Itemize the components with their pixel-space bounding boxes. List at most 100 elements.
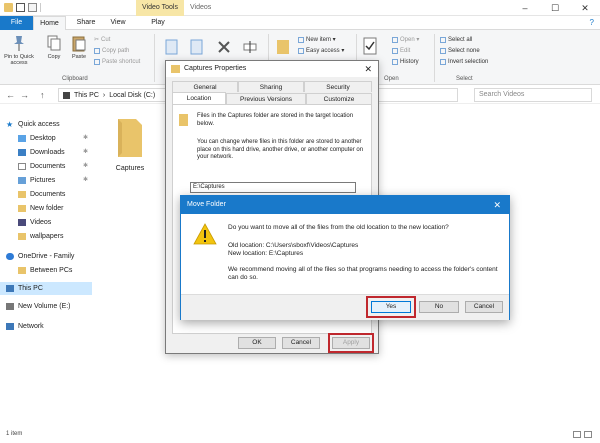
nav-label: Pictures	[30, 177, 56, 184]
select-none-button[interactable]: Select none	[440, 47, 480, 55]
large-icons-view-icon[interactable]	[584, 431, 592, 438]
help-icon[interactable]: ?	[590, 18, 594, 27]
tab-security[interactable]: Security	[304, 81, 372, 92]
properties-icon[interactable]	[16, 3, 25, 12]
nav-item-documents-2[interactable]: Documents	[0, 188, 92, 201]
drive-icon	[63, 91, 70, 99]
ribbon-tabs: File Home Share View Play	[0, 16, 600, 30]
nav-item-new-folder[interactable]: New folder	[0, 202, 92, 215]
tab-home[interactable]: Home	[33, 16, 66, 30]
pin-icon: ✱	[82, 135, 88, 141]
new-item-icon	[298, 37, 304, 43]
breadcrumb-separator: ›	[102, 91, 106, 99]
window-controls: – ☐ ✕	[510, 0, 600, 16]
close-icon[interactable]: ✕	[493, 196, 501, 214]
tab-sharing[interactable]: Sharing	[238, 81, 304, 92]
up-arrow-icon[interactable]: ↑	[40, 90, 45, 100]
quick-access-toolbar	[4, 3, 41, 12]
nav-item-quick-access[interactable]: ★ Quick access	[0, 118, 92, 131]
no-button[interactable]: No	[419, 301, 459, 313]
nav-item-onedrive[interactable]: OneDrive - Family	[0, 250, 92, 263]
pin-icon: ✱	[82, 149, 88, 155]
cut-button[interactable]: ✂ Cut	[94, 36, 110, 44]
tab-file[interactable]: File	[0, 16, 33, 30]
move-to-icon[interactable]	[165, 38, 179, 56]
tab-play[interactable]: Play	[146, 16, 170, 30]
copy-path-label: Copy path	[102, 48, 130, 54]
nav-item-wallpapers[interactable]: wallpapers	[0, 230, 92, 243]
network-icon	[6, 323, 14, 330]
close-window-button[interactable]: ✕	[570, 0, 600, 16]
select-all-icon	[440, 37, 446, 43]
copy-label: Copy	[47, 54, 61, 60]
nav-item-documents[interactable]: Documents ✱	[0, 160, 92, 173]
history-button[interactable]: History	[392, 58, 419, 66]
select-all-button[interactable]: Select all	[440, 36, 472, 44]
nav-item-desktop[interactable]: Desktop ✱	[0, 132, 92, 145]
breadcrumb-this-pc[interactable]: This PC	[74, 92, 99, 99]
copy-to-icon[interactable]	[190, 38, 204, 56]
tab-view[interactable]: View	[106, 16, 130, 30]
nav-item-network[interactable]: Network	[0, 320, 92, 333]
nav-item-downloads[interactable]: Downloads ✱	[0, 146, 92, 159]
tab-customize[interactable]: Customize	[306, 93, 372, 104]
tab-general[interactable]: General	[172, 81, 238, 92]
select-none-icon	[440, 48, 446, 54]
back-arrow-icon[interactable]: ←	[6, 90, 15, 100]
close-icon[interactable]: ✕	[364, 61, 372, 77]
open-button[interactable]: Open ▾	[392, 36, 419, 44]
cancel-move-button[interactable]: Cancel	[465, 301, 503, 313]
nav-label: Documents	[30, 163, 66, 170]
star-icon: ★	[6, 120, 14, 129]
nav-item-pictures[interactable]: Pictures ✱	[0, 174, 92, 187]
location-path-input[interactable]: E:\Captures	[190, 182, 356, 193]
maximize-button[interactable]: ☐	[540, 0, 570, 16]
old-location: Old location: C:\Users\sboxf\Videos\Capt…	[228, 242, 359, 249]
video-tools-context-label: Video Tools	[136, 0, 184, 16]
nav-label: Network	[18, 323, 44, 330]
nav-label: New folder	[30, 205, 64, 212]
search-input[interactable]: Search Videos	[474, 88, 592, 102]
warning-icon	[193, 223, 217, 245]
easy-access-icon	[298, 48, 304, 54]
easy-access-label: Easy access ▾	[306, 48, 345, 54]
details-view-icon[interactable]	[573, 431, 581, 438]
copy-button[interactable]: Copy	[44, 34, 64, 60]
pin-to-quick-access-button[interactable]: Pin to Quick access	[4, 34, 34, 66]
new-folder-icon[interactable]	[276, 36, 290, 56]
minimize-button[interactable]: –	[510, 0, 540, 16]
new-item-button[interactable]: New item ▾	[298, 36, 336, 44]
copy-path-button[interactable]: Copy path	[94, 47, 129, 55]
nav-item-this-pc[interactable]: This PC	[0, 282, 92, 295]
invert-selection-button[interactable]: Invert selection	[440, 58, 488, 66]
new-folder-icon[interactable]	[28, 3, 37, 12]
tab-previous-versions[interactable]: Previous Versions	[226, 93, 306, 104]
tab-location[interactable]: Location	[172, 92, 226, 104]
ok-button[interactable]: OK	[238, 337, 276, 349]
nav-label: Documents	[30, 191, 66, 198]
edit-button[interactable]: Edit	[392, 47, 410, 55]
clipboard-group-label: Clipboard	[62, 76, 88, 82]
nav-label: This PC	[18, 285, 43, 292]
delete-icon[interactable]	[217, 40, 231, 54]
properties-title: Captures Properties	[184, 65, 247, 72]
document-icon	[18, 163, 26, 170]
paste-shortcut-label: Paste shortcut	[102, 59, 141, 65]
paste-shortcut-button[interactable]: Paste shortcut	[94, 58, 140, 66]
ribbon-divider	[434, 34, 435, 82]
pin-icon: ✱	[82, 163, 88, 169]
paste-button[interactable]: Paste	[68, 34, 90, 60]
folder-item-captures[interactable]: Captures	[110, 115, 150, 172]
cancel-button[interactable]: Cancel	[282, 337, 320, 349]
nav-item-videos[interactable]: Videos	[0, 216, 92, 229]
breadcrumb-local-disk[interactable]: Local Disk (C:)	[109, 92, 155, 99]
nav-item-new-volume[interactable]: New Volume (E:)	[0, 300, 92, 313]
properties-icon[interactable]	[362, 36, 378, 56]
forward-arrow-icon[interactable]: →	[20, 90, 29, 100]
nav-label: Videos	[30, 219, 52, 226]
easy-access-button[interactable]: Easy access ▾	[298, 47, 344, 55]
rename-icon[interactable]	[243, 38, 257, 56]
move-dialog-footer: Yes No Cancel	[181, 294, 509, 320]
tab-share[interactable]: Share	[72, 16, 100, 30]
nav-item-between-pcs[interactable]: Between PCs	[0, 264, 92, 277]
